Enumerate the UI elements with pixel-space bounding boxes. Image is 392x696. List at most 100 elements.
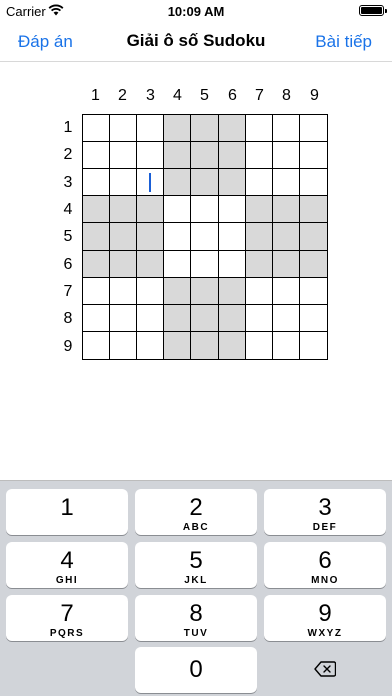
column-label: 6 [228,87,237,104]
sudoku-cell[interactable] [191,115,219,143]
sudoku-cell[interactable] [299,142,327,170]
sudoku-cell[interactable] [272,223,300,251]
column-label: 7 [255,87,264,104]
sudoku-cell[interactable] [272,250,300,278]
sudoku-cell[interactable] [137,331,165,359]
sudoku-cell[interactable] [245,196,273,224]
sudoku-cell[interactable] [137,169,165,197]
sudoku-cell[interactable] [272,115,300,143]
numeric-keypad: 1 2 ABC 3 DEF 4 GHI 5 JKL 6 MNO 7 PQRS 8 TUV 9W… [0,480,392,696]
key-4[interactable]: 4 GHI [6,542,128,588]
sudoku-cell[interactable] [299,115,327,143]
sudoku-cell[interactable] [191,223,219,251]
key-7[interactable]: 7 PQRS [6,595,128,641]
sudoku-cell[interactable] [245,304,273,332]
sudoku-cell[interactable] [272,196,300,224]
sudoku-cell[interactable] [218,223,246,251]
sudoku-cell[interactable] [164,196,192,224]
sudoku-cell[interactable] [164,169,192,197]
sudoku-cell[interactable] [299,250,327,278]
sudoku-cell[interactable] [137,196,165,224]
next-puzzle-button[interactable]: Bài tiếp [315,32,372,52]
delete-key[interactable] [264,647,386,693]
sudoku-cell[interactable] [218,196,246,224]
sudoku-cell[interactable] [110,223,138,251]
key-8[interactable]: 8 TUV [135,595,257,641]
sudoku-cell[interactable] [164,142,192,170]
sudoku-cell[interactable] [83,196,111,224]
sudoku-cell[interactable] [137,142,165,170]
status-bar: Carrier 10:09 AM [0,0,392,22]
sudoku-cell[interactable] [164,223,192,251]
sudoku-cell[interactable] [218,304,246,332]
sudoku-cell[interactable] [245,169,273,197]
sudoku-cell[interactable] [164,331,192,359]
sudoku-cell[interactable] [110,196,138,224]
sudoku-cell[interactable] [110,115,138,143]
sudoku-cell[interactable] [110,169,138,197]
sudoku-cell[interactable] [272,277,300,305]
sudoku-cell[interactable] [299,196,327,224]
key-0[interactable]: 0 [135,647,257,693]
sudoku-cell[interactable] [137,277,165,305]
sudoku-cell[interactable] [83,223,111,251]
key-1[interactable]: 1 [6,489,128,535]
sudoku-cell[interactable] [137,250,165,278]
sudoku-cell[interactable] [110,142,138,170]
sudoku-cell[interactable] [272,304,300,332]
key-3[interactable]: 3 DEF [264,489,386,535]
sudoku-cell[interactable] [191,331,219,359]
sudoku-cell[interactable] [137,115,165,143]
sudoku-cell[interactable] [245,250,273,278]
sudoku-cell[interactable] [218,331,246,359]
sudoku-cell[interactable] [299,169,327,197]
sudoku-cell[interactable] [245,277,273,305]
key-9[interactable]: 9 WXYZ [264,595,386,641]
sudoku-cell[interactable] [83,250,111,278]
sudoku-cell[interactable] [137,304,165,332]
sudoku-cell[interactable] [137,223,165,251]
sudoku-cell[interactable] [272,142,300,170]
sudoku-cell[interactable] [110,250,138,278]
sudoku-cell[interactable] [110,331,138,359]
sudoku-cell[interactable] [191,250,219,278]
sudoku-cell[interactable] [164,304,192,332]
sudoku-cell[interactable] [83,304,111,332]
sudoku-cell[interactable] [191,169,219,197]
sudoku-cell[interactable] [83,169,111,197]
sudoku-cell[interactable] [299,277,327,305]
sudoku-cell[interactable] [83,331,111,359]
sudoku-cell[interactable] [83,277,111,305]
key-5[interactable]: 5 JKL [135,542,257,588]
sudoku-cell[interactable] [245,142,273,170]
row-label: 8 [63,310,73,327]
column-label: 3 [146,87,155,104]
sudoku-cell[interactable] [272,169,300,197]
sudoku-cell[interactable] [299,223,327,251]
sudoku-cell[interactable] [191,142,219,170]
sudoku-cell[interactable] [218,277,246,305]
sudoku-cell[interactable] [218,115,246,143]
sudoku-cell[interactable] [83,115,111,143]
sudoku-cell[interactable] [110,304,138,332]
sudoku-cell[interactable] [299,331,327,359]
sudoku-cell[interactable] [191,304,219,332]
sudoku-cell[interactable] [218,250,246,278]
sudoku-cell[interactable] [191,277,219,305]
sudoku-cell[interactable] [272,331,300,359]
sudoku-cell[interactable] [164,277,192,305]
sudoku-cell[interactable] [245,331,273,359]
sudoku-cell[interactable] [245,223,273,251]
sudoku-cell[interactable] [164,115,192,143]
sudoku-cell[interactable] [83,142,111,170]
key-6[interactable]: 6 MNO [264,542,386,588]
sudoku-cell[interactable] [218,169,246,197]
key-2[interactable]: 2 ABC [135,489,257,535]
sudoku-cell[interactable] [299,304,327,332]
column-label: 9 [310,87,319,104]
sudoku-cell[interactable] [164,250,192,278]
sudoku-cell[interactable] [245,115,273,143]
sudoku-cell[interactable] [218,142,246,170]
sudoku-cell[interactable] [191,196,219,224]
sudoku-cell[interactable] [110,277,138,305]
